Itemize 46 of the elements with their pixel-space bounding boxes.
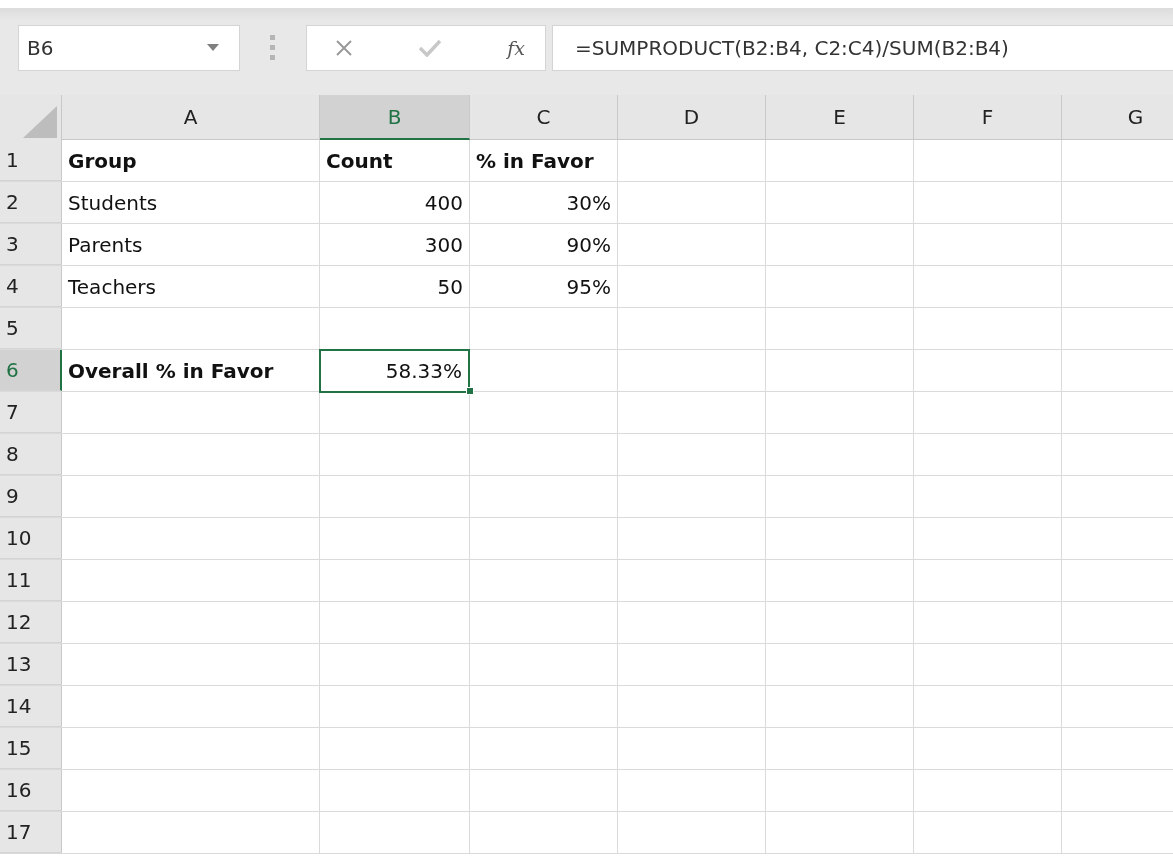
table-cell-text: 50	[436, 273, 464, 301]
cancel-icon[interactable]	[335, 38, 353, 57]
table-cell-text: 400	[423, 189, 464, 217]
row-header[interactable]: 8	[0, 434, 62, 475]
row-header[interactable]: 12	[0, 602, 62, 643]
table-cell-text: Overall % in Favor	[67, 357, 275, 385]
drag-handle-icon[interactable]	[270, 34, 276, 61]
column-header[interactable]: F	[914, 95, 1062, 140]
table-cell-text: % in Favor	[475, 147, 595, 175]
row-header[interactable]: 10	[0, 518, 62, 559]
row-header[interactable]: 9	[0, 476, 62, 517]
row-header[interactable]: 3	[0, 224, 62, 265]
row-header[interactable]: 14	[0, 686, 62, 727]
row-header[interactable]: 15	[0, 728, 62, 769]
row-header[interactable]: 1	[0, 140, 62, 181]
caret-icon[interactable]	[207, 44, 219, 51]
row-header[interactable]: 16	[0, 770, 62, 811]
row-header[interactable]: 6	[0, 350, 62, 391]
table-cell-text: 300	[423, 231, 464, 259]
table-cell-text: Count	[325, 147, 394, 175]
row-header[interactable]: 13	[0, 644, 62, 685]
column-header[interactable]: B	[320, 95, 470, 140]
table-cell-text: 95%	[565, 273, 612, 301]
insert-function-button[interactable]: fx	[507, 36, 525, 59]
column-header[interactable]: C	[470, 95, 618, 140]
check-icon[interactable]	[419, 38, 442, 57]
table-cell-text: Teachers	[67, 273, 157, 301]
column-header[interactable]: D	[618, 95, 766, 140]
row-header[interactable]: 11	[0, 560, 62, 601]
table-cell-text: 30%	[565, 189, 612, 217]
select-all-icon[interactable]	[23, 106, 57, 138]
table-cell-text: 90%	[565, 231, 612, 259]
table-cell-text: Parents	[67, 231, 144, 259]
row-header[interactable]: 5	[0, 308, 62, 349]
table-cell: 58.33%	[319, 349, 470, 393]
name-box[interactable]: B6	[18, 24, 240, 71]
row-header[interactable]: 2	[0, 182, 62, 223]
formula-field[interactable]: =SUMPRODUCT(B2:B4, C2:C4)/SUM(B2:B4)	[552, 24, 1173, 71]
table-cell-text: Group	[67, 147, 138, 175]
row-header[interactable]: 7	[0, 392, 62, 433]
table-cell-text: Students	[67, 189, 159, 217]
fill-handle[interactable]	[466, 387, 474, 395]
row-header[interactable]: 4	[0, 266, 62, 307]
column-header[interactable]: A	[62, 95, 320, 140]
column-header[interactable]: E	[766, 95, 914, 140]
row-header[interactable]: 17	[0, 812, 62, 853]
